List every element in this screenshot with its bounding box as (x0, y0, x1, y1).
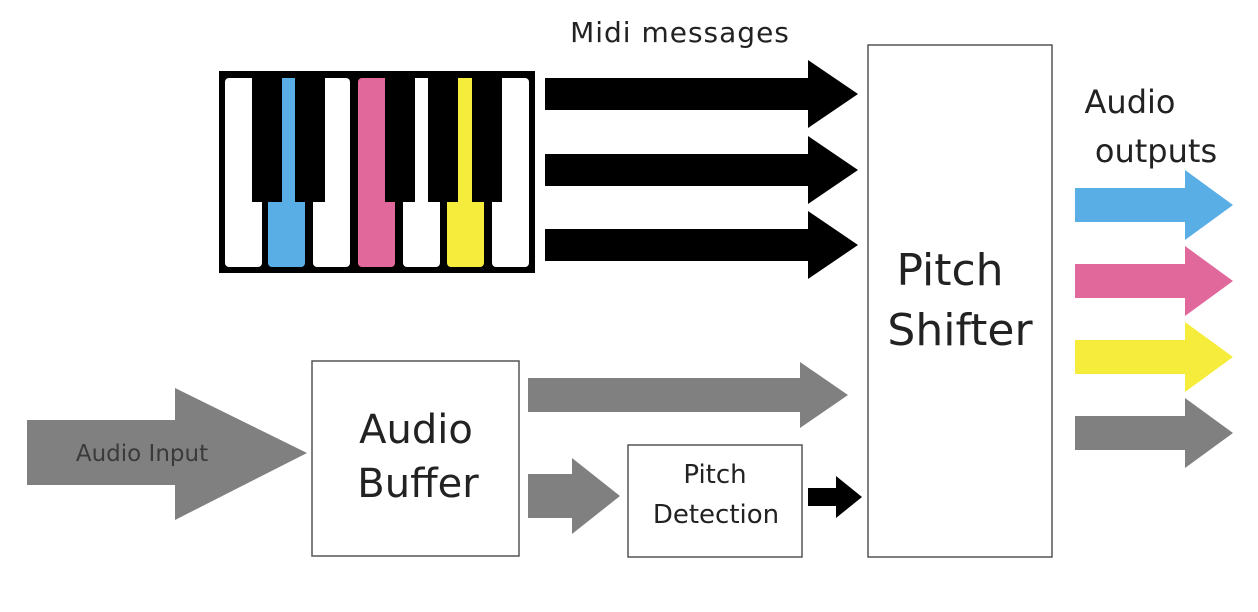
piano-black-key (252, 71, 282, 202)
detection-to-shifter-arrow (808, 476, 862, 518)
audio-output-arrow-pink (1075, 246, 1233, 316)
audio-output-arrows (1075, 170, 1233, 468)
audio-outputs-label-line2: outputs (1095, 132, 1217, 170)
piano-black-key (385, 71, 415, 202)
audio-output-arrow-blue (1075, 170, 1233, 240)
pitch-detection-label-line1: Pitch (683, 460, 746, 490)
audio-input-label: Audio Input (76, 441, 208, 467)
midi-arrow-3 (545, 211, 858, 279)
audio-output-arrow-gray (1075, 398, 1233, 468)
audio-output-arrow-yellow (1075, 322, 1233, 392)
midi-messages-label: Midi messages (570, 16, 790, 49)
pitch-shifter-box (867, 44, 1053, 558)
pitch-detection-label-line2: Detection (653, 500, 779, 530)
pitch-shifter-diagram: Midi messages Pitch Shifter Audio output… (27, 16, 1233, 558)
keyboard (219, 71, 535, 273)
pitch-shifter-label-line1: Pitch (896, 245, 1003, 296)
piano-black-key (295, 71, 325, 202)
buffer-to-shifter-arrow (528, 362, 848, 428)
piano-black-key (472, 71, 502, 202)
midi-arrow-2 (545, 136, 858, 204)
audio-outputs-label-line1: Audio (1085, 83, 1176, 121)
audio-buffer-label-line1: Audio (359, 407, 473, 453)
audio-buffer-box (311, 360, 520, 557)
buffer-to-detection-arrow (528, 458, 620, 534)
audio-buffer-label-line2: Buffer (357, 461, 479, 507)
midi-arrow-1 (545, 60, 858, 128)
pitch-shifter-label-line2: Shifter (887, 305, 1033, 356)
piano-black-key (428, 71, 458, 202)
